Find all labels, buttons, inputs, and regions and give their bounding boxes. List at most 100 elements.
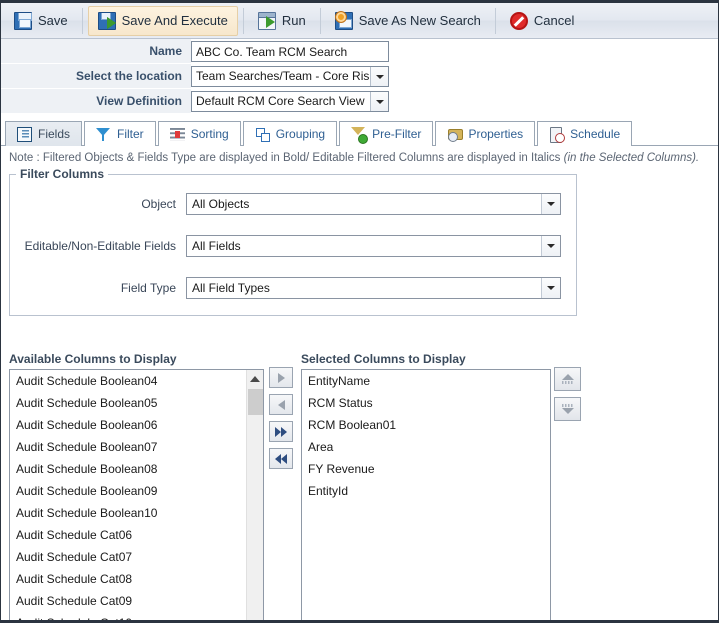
list-item[interactable]: FY Revenue	[302, 458, 550, 480]
save-button[interactable]: Save	[5, 6, 77, 36]
list-item[interactable]: Area	[302, 436, 550, 458]
tab-pre-filter[interactable]: Pre-Filter	[339, 121, 434, 146]
name-label: Name	[1, 39, 191, 64]
tab-schedule[interactable]: Schedule	[537, 121, 633, 146]
list-item[interactable]: Audit Schedule Cat10	[10, 612, 263, 620]
chevron-down-icon[interactable]	[370, 67, 388, 86]
scrollbar-thumb[interactable]	[248, 389, 263, 415]
object-dropdown[interactable]: All Objects	[186, 193, 561, 215]
chevron-down-icon[interactable]	[541, 194, 560, 214]
selected-columns-title: Selected Columns to Display	[301, 352, 466, 366]
list-item[interactable]: EntityId	[302, 480, 550, 502]
tab-schedule-label: Schedule	[570, 127, 621, 141]
filter-icon	[96, 127, 111, 142]
save-and-execute-button[interactable]: Save And Execute	[87, 5, 238, 36]
move-all-right-button[interactable]	[269, 421, 293, 442]
location-field-wrap: Team Searches/Team - Core Risk	[191, 66, 389, 87]
form-row-location: Select the location Team Searches/Team -…	[1, 64, 718, 89]
editable-fields-dropdown-value: All Fields	[192, 239, 241, 253]
move-up-button[interactable]	[554, 367, 581, 391]
filter-columns-group: Filter Columns Object All Objects Editab…	[9, 167, 577, 316]
dual-list-area: Available Columns to Display Audit Sched…	[1, 351, 718, 620]
list-item[interactable]: Audit Schedule Cat09	[10, 590, 263, 612]
fields-icon	[17, 126, 32, 142]
note-text: Note : Filtered Objects & Fields Type ar…	[1, 146, 718, 164]
list-item[interactable]: Audit Schedule Boolean09	[10, 480, 263, 502]
form-row-view-definition: View Definition Default RCM Core Search …	[1, 89, 718, 114]
list-item[interactable]: Audit Schedule Cat06	[10, 524, 263, 546]
cancel-button-label: Cancel	[533, 13, 575, 28]
double-triangle-left-icon	[275, 453, 287, 464]
toolbar-divider-3	[319, 7, 321, 34]
search-properties-form: Name Select the location Team Searches/T…	[1, 39, 718, 114]
sorting-icon	[169, 127, 185, 142]
view-definition-label: View Definition	[1, 89, 191, 114]
list-item[interactable]: Audit Schedule Boolean08	[10, 458, 263, 480]
save-and-execute-icon	[97, 11, 116, 30]
chevron-down-icon[interactable]	[370, 92, 388, 111]
save-as-new-search-button[interactable]: Save As New Search	[326, 6, 490, 36]
location-dropdown[interactable]: Team Searches/Team - Core Risk	[191, 66, 389, 87]
triangle-down-icon	[561, 408, 574, 414]
move-left-button[interactable]	[269, 394, 293, 415]
list-item[interactable]: Audit Schedule Boolean04	[10, 370, 263, 392]
list-item[interactable]: EntityName	[302, 370, 550, 392]
form-row-name: Name	[1, 39, 718, 64]
scroll-up-arrow-icon[interactable]	[247, 370, 263, 387]
cancel-icon	[509, 11, 528, 30]
run-icon	[257, 11, 276, 30]
tab-sorting[interactable]: Sorting	[157, 121, 241, 146]
tab-grouping[interactable]: Grouping	[242, 121, 338, 146]
move-down-button[interactable]	[554, 397, 581, 421]
triangle-up-icon	[561, 374, 574, 380]
list-item[interactable]: Audit Schedule Cat07	[10, 546, 263, 568]
run-button[interactable]: Run	[249, 6, 315, 36]
selected-columns-items: EntityName RCM Status RCM Boolean01 Area…	[302, 370, 550, 502]
move-all-left-button[interactable]	[269, 448, 293, 469]
list-item[interactable]: Audit Schedule Boolean06	[10, 414, 263, 436]
field-type-dropdown-value: All Field Types	[192, 281, 270, 295]
tab-fields[interactable]: Fields	[5, 121, 83, 146]
tab-properties-label: Properties	[468, 127, 524, 141]
cancel-button[interactable]: Cancel	[501, 6, 583, 36]
properties-icon	[447, 127, 464, 142]
chevron-down-icon[interactable]	[541, 278, 560, 298]
run-button-label: Run	[281, 13, 306, 28]
toolbar-divider-2	[242, 7, 244, 34]
view-definition-field-wrap: Default RCM Core Search View	[191, 91, 389, 112]
list-item[interactable]: RCM Status	[302, 392, 550, 414]
view-definition-dropdown[interactable]: Default RCM Core Search View	[191, 91, 389, 112]
tab-filter[interactable]: Filter	[84, 121, 156, 146]
tab-pre-filter-label: Pre-Filter	[372, 127, 422, 141]
save-floppy-icon	[14, 11, 32, 30]
filter-row-editable-fields: Editable/Non-Editable Fields All Fields	[10, 231, 576, 261]
tab-filter-label: Filter	[117, 127, 144, 141]
field-type-dropdown[interactable]: All Field Types	[186, 277, 561, 299]
triangle-left-icon	[277, 399, 285, 410]
list-item[interactable]: Audit Schedule Boolean05	[10, 392, 263, 414]
tab-properties[interactable]: Properties	[435, 121, 536, 146]
available-columns-title: Available Columns to Display	[9, 352, 177, 366]
transfer-button-group	[269, 367, 293, 469]
available-columns-scrollbar[interactable]	[246, 370, 263, 620]
selected-columns-listbox[interactable]: EntityName RCM Status RCM Boolean01 Area…	[301, 369, 551, 620]
name-field-wrap	[191, 41, 389, 62]
note-plain: Note : Filtered Objects & Fields Type ar…	[9, 152, 564, 164]
move-right-button[interactable]	[269, 367, 293, 388]
field-type-label: Field Type	[120, 281, 176, 295]
save-as-new-search-button-label: Save As New Search	[358, 13, 481, 28]
name-input[interactable]	[191, 41, 389, 62]
editable-fields-dropdown[interactable]: All Fields	[186, 235, 561, 257]
object-dropdown-value: All Objects	[192, 197, 250, 211]
list-item[interactable]: Audit Schedule Boolean10	[10, 502, 263, 524]
list-item[interactable]: Audit Schedule Cat08	[10, 568, 263, 590]
list-item[interactable]: Audit Schedule Boolean07	[10, 436, 263, 458]
editable-fields-label: Editable/Non-Editable Fields	[24, 239, 176, 253]
tab-fields-label: Fields	[38, 127, 71, 141]
available-columns-listbox[interactable]: Audit Schedule Boolean04 Audit Schedule …	[9, 369, 264, 620]
object-label: Object	[141, 197, 176, 211]
toolbar-divider-1	[81, 7, 83, 34]
list-item[interactable]: RCM Boolean01	[302, 414, 550, 436]
filter-row-object: Object All Objects	[10, 189, 576, 219]
chevron-down-icon[interactable]	[541, 236, 560, 256]
